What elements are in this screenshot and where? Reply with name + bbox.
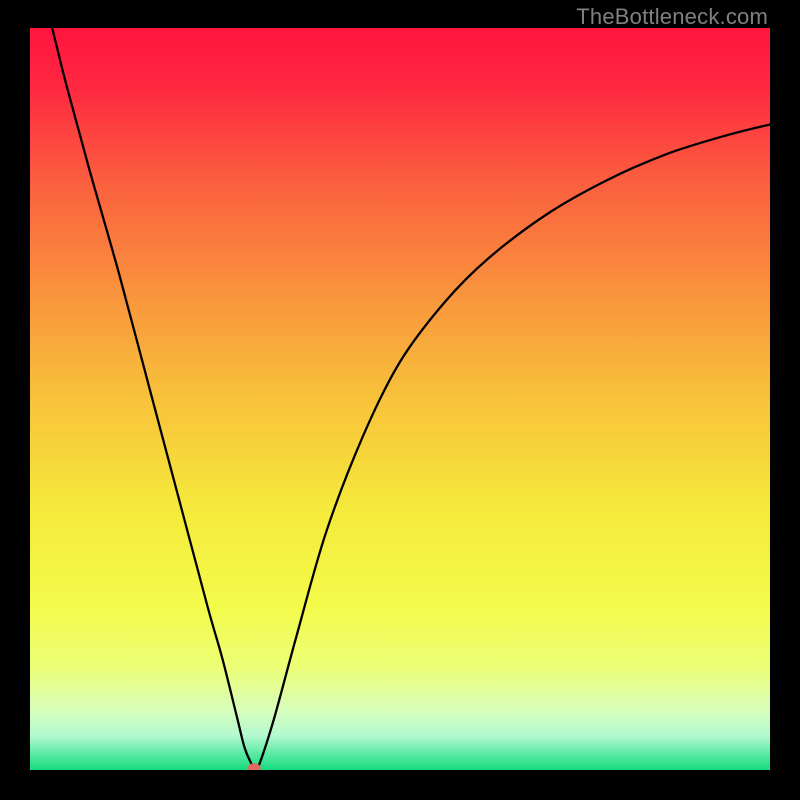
watermark-text: TheBottleneck.com [576,4,768,30]
curve-layer [30,28,770,770]
bottleneck-curve [52,28,770,769]
chart-frame: TheBottleneck.com [0,0,800,800]
plot-area [30,28,770,770]
